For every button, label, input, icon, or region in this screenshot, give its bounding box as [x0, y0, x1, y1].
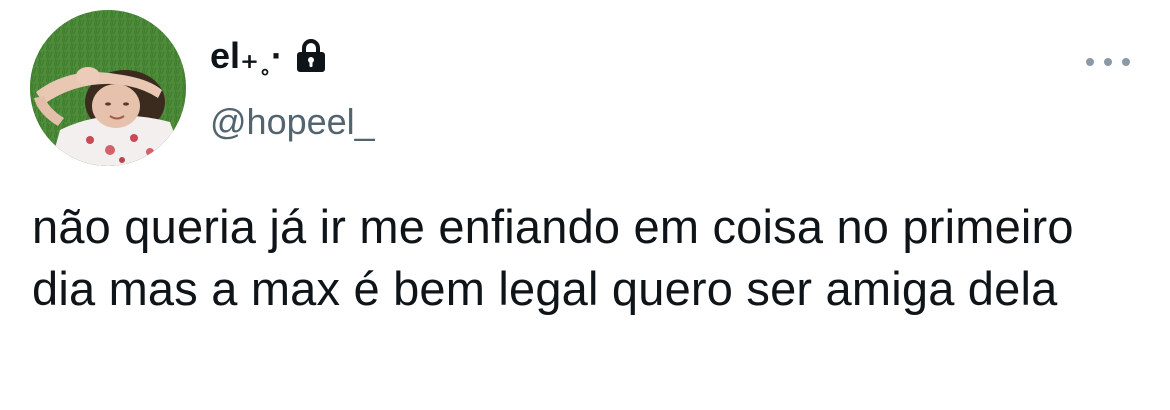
more-horizontal-icon-dot — [1086, 58, 1094, 66]
more-options-button[interactable] — [1086, 50, 1130, 74]
tweet-text: não queria já ir me enfiando em coisa no… — [32, 200, 1074, 315]
more-horizontal-icon-dot — [1122, 58, 1130, 66]
author-handle[interactable]: @hopeel_ — [210, 100, 375, 144]
author-display-name-text: el₊˳· — [210, 35, 284, 76]
more-horizontal-icon-dot — [1104, 58, 1112, 66]
tweet-card: el₊˳· @hopeel_ não queria já ir me enfia… — [0, 0, 1170, 410]
lock-icon — [295, 39, 327, 73]
avatar[interactable] — [30, 10, 186, 166]
author-display-name[interactable]: el₊˳· — [210, 34, 327, 78]
profile-photo-icon — [30, 10, 186, 166]
